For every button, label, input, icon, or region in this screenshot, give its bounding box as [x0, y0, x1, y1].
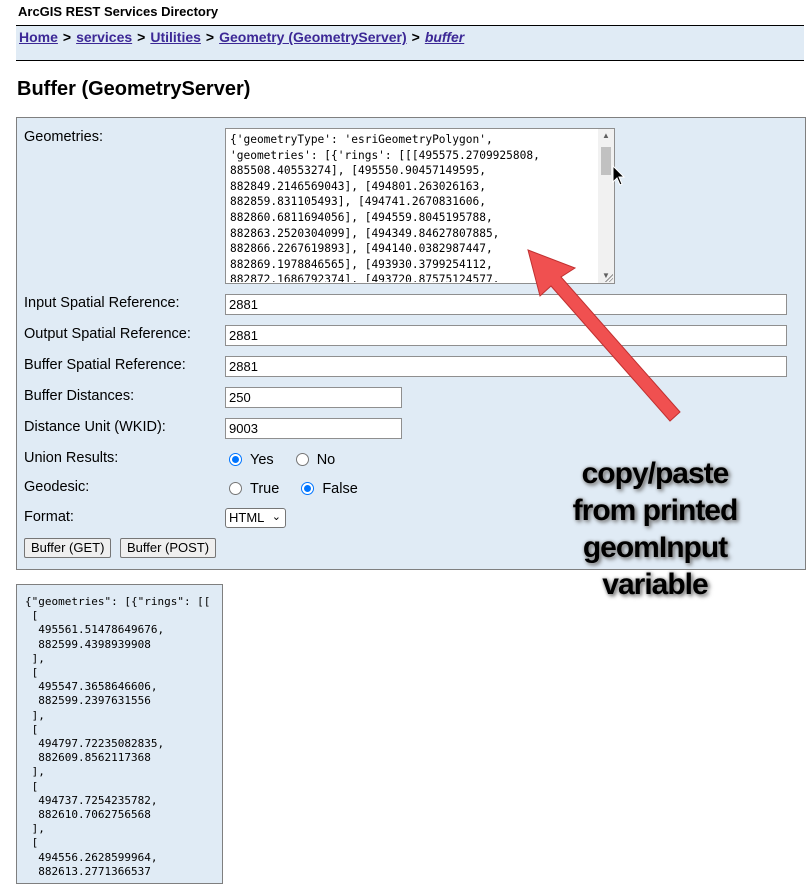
union-label: Union Results: — [24, 450, 119, 466]
format-label: Format: — [24, 509, 74, 525]
breadcrumb-geometry-link[interactable]: Geometry (GeometryServer) — [219, 29, 407, 45]
scroll-thumb[interactable] — [601, 147, 611, 175]
mouse-cursor-icon — [612, 165, 626, 186]
union-yes-radio[interactable] — [229, 453, 242, 466]
page-title: Buffer (GeometryServer) — [17, 78, 251, 100]
annotation-arrow-icon — [527, 249, 681, 422]
breadcrumb-services-link[interactable]: services — [76, 29, 132, 45]
input-sr-field[interactable]: 2881 — [225, 294, 787, 315]
annotation-line: copy/paste — [581, 457, 730, 490]
breadcrumb-utilities-link[interactable]: Utilities — [150, 29, 201, 45]
output-sr-field[interactable]: 2881 — [225, 325, 787, 346]
app-title: ArcGIS REST Services Directory — [18, 4, 219, 19]
annotation-line: variable — [602, 568, 708, 601]
unit-label: Distance Unit (WKID): — [24, 419, 166, 435]
scroll-up-icon[interactable]: ▲ — [598, 129, 614, 143]
breadcrumb-separator: > — [411, 29, 420, 45]
result-panel: {"geometries": [{"rings": [[ [ 495561.51… — [16, 584, 223, 884]
geodesic-true-label: True — [250, 481, 280, 497]
buffer-post-button[interactable]: Buffer (POST) — [120, 538, 217, 558]
union-no-label: No — [316, 452, 336, 468]
geodesic-false-radio[interactable] — [301, 482, 315, 495]
breadcrumb-buffer-link[interactable]: buffer — [425, 29, 464, 45]
unit-field[interactable]: 9003 — [225, 418, 402, 439]
result-json: {"geometries": [{"rings": [[ [ 495561.51… — [25, 595, 211, 878]
union-no-radio[interactable] — [295, 453, 309, 466]
annotation-text: copy/paste from printed geomInput variab… — [540, 455, 770, 603]
geodesic-false-label: False — [322, 481, 358, 497]
distances-field[interactable]: 250 — [225, 387, 402, 408]
breadcrumb: Home > services > Utilities > Geometry (Geomet… — [16, 25, 804, 61]
distances-label: Buffer Distances: — [24, 388, 135, 404]
arrow-shape — [527, 249, 681, 422]
breadcrumb-home-link[interactable]: Home — [19, 29, 58, 45]
chevron-down-icon: ⌄ — [271, 511, 281, 523]
breadcrumb-separator: > — [205, 29, 215, 45]
geodesic-label: Geodesic: — [24, 479, 90, 495]
geodesic-true-radio[interactable] — [229, 482, 242, 495]
breadcrumb-separator: > — [62, 29, 72, 45]
annotation-line: from printed — [572, 494, 739, 527]
union-yes-label: Yes — [250, 452, 274, 468]
breadcrumb-separator: > — [137, 29, 146, 45]
buffer-sr-label: Buffer Spatial Reference: — [24, 357, 186, 373]
output-sr-label: Output Spatial Reference: — [24, 326, 191, 342]
annotation-line: geomInput — [582, 531, 728, 564]
buffer-get-button[interactable]: Buffer (GET) — [24, 538, 112, 558]
union-radio-group: Yes No — [229, 452, 353, 468]
input-sr-label: Input Spatial Reference: — [24, 295, 180, 311]
geometries-label: Geometries: — [24, 129, 103, 145]
format-select[interactable]: HTML ⌄ — [225, 508, 286, 528]
buffer-sr-field[interactable]: 2881 — [225, 356, 787, 377]
format-select-value: HTML — [229, 510, 265, 525]
geodesic-radio-group: True False — [229, 481, 376, 497]
